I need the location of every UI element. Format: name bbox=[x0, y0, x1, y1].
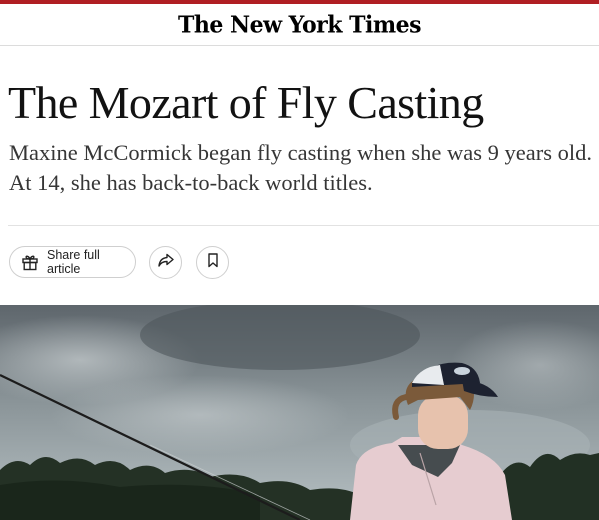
share-full-article-label: Share full article bbox=[47, 248, 100, 276]
gift-icon bbox=[21, 253, 39, 271]
photo-illustration bbox=[0, 305, 599, 520]
summary-divider bbox=[8, 225, 599, 226]
share-arrow-icon bbox=[157, 251, 175, 274]
bookmark-icon bbox=[204, 251, 222, 274]
article-headline: The Mozart of Fly Casting bbox=[8, 77, 484, 128]
article-summary: Maxine McCormick began fly casting when … bbox=[9, 140, 592, 195]
article-lead-photo bbox=[0, 305, 599, 520]
save-bookmark-button[interactable] bbox=[196, 246, 229, 279]
masthead: The New York Times bbox=[0, 4, 599, 45]
masthead-divider bbox=[0, 45, 599, 46]
share-button[interactable] bbox=[149, 246, 182, 279]
share-full-article-button[interactable]: Share full article bbox=[9, 246, 136, 278]
nyt-logo[interactable]: The New York Times bbox=[178, 11, 422, 38]
